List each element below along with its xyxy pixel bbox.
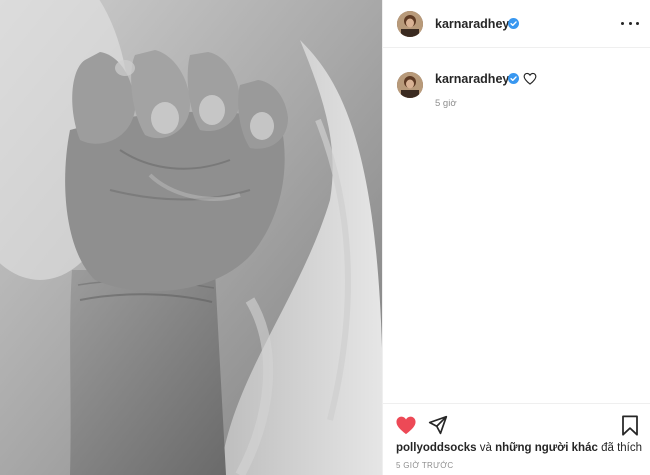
send-icon[interactable] [428,415,448,435]
likes-others-link[interactable]: những người khác [495,442,598,454]
post-photo[interactable] [0,0,382,475]
avatar[interactable] [397,11,423,37]
likes-suffix: đã thích [601,442,642,454]
likes-summary: pollyoddsocks và những người khác đã thí… [396,442,642,454]
post-sidebar: karnaradheya karnaradheya 5 giờ pollyodd… [382,0,650,475]
posted-time[interactable]: 5 GIỜ TRƯỚC [396,461,454,470]
caption-avatar[interactable] [397,72,423,98]
post-header: karnaradheya [383,0,650,48]
caption-timestamp: 5 giờ [435,98,457,109]
more-horizontal-icon [621,21,624,25]
avatar-image [397,72,423,98]
more-options-button[interactable] [621,16,639,30]
baby-hand-photo [0,0,382,475]
verified-badge-icon [508,73,519,84]
avatar-image [397,11,423,37]
header-username[interactable]: karnaradheya [435,17,516,31]
liker-username[interactable]: pollyoddsocks [396,442,477,454]
post-actions: pollyoddsocks và những người khác đã thí… [383,403,650,475]
caption-username[interactable]: karnaradheya [435,72,516,86]
heart-outline-icon[interactable] [523,72,537,85]
likes-connector: và [479,442,492,454]
bookmark-icon[interactable] [621,415,639,436]
heart-filled-icon[interactable] [395,415,417,435]
verified-badge-icon [508,18,519,29]
